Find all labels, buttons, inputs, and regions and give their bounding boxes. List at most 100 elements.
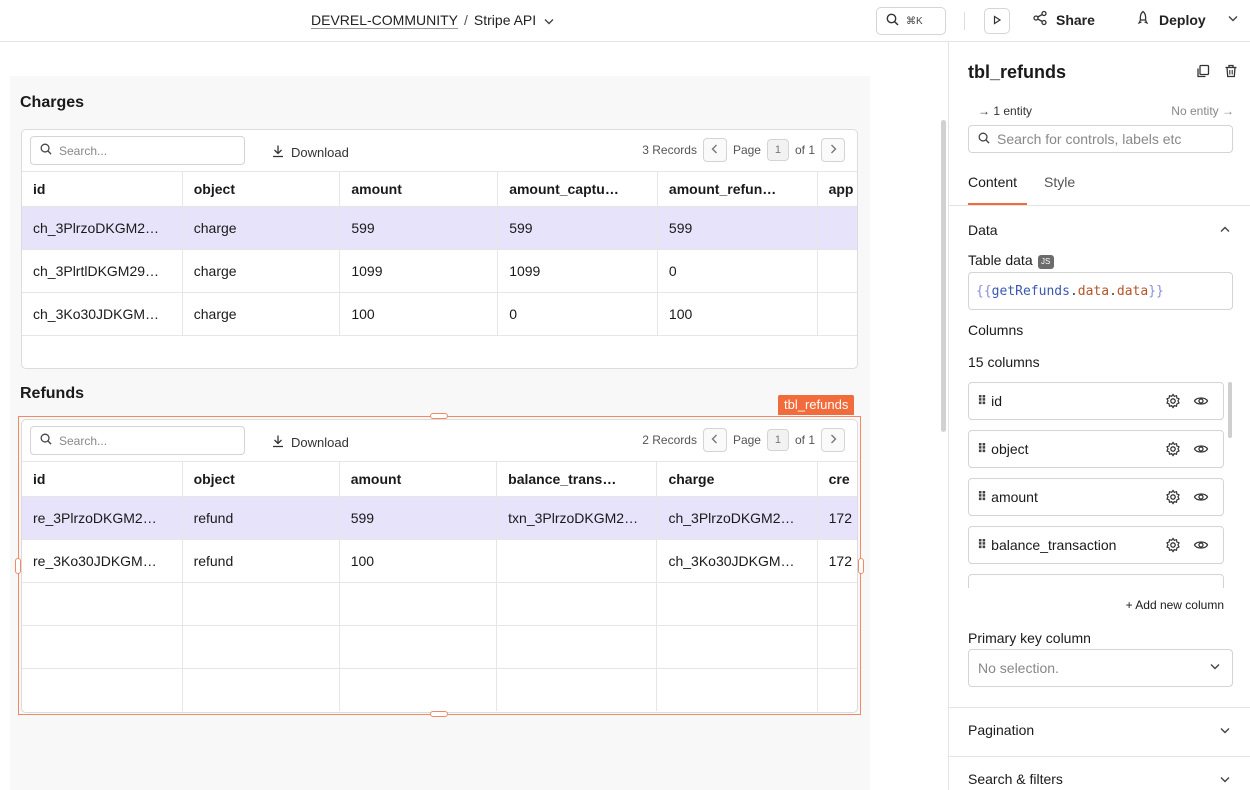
table-cell[interactable]: ch_3PlrzoDKGM2… (656, 496, 818, 540)
table-cell[interactable]: 100 (339, 292, 499, 336)
editor-canvas[interactable]: Charges Search... Download 3 Records Pag… (0, 42, 948, 790)
table-cell[interactable]: ch_3PlrtlDKGM29… (22, 249, 183, 293)
copy-icon[interactable] (1196, 64, 1210, 83)
table-cell[interactable] (817, 292, 857, 336)
prev-page-button[interactable] (702, 428, 727, 452)
column-header[interactable]: id (22, 172, 183, 207)
resize-handle-top[interactable] (430, 413, 448, 419)
tab-content[interactable]: Content (968, 174, 1017, 190)
table-cell[interactable] (22, 668, 183, 711)
resize-handle-left[interactable] (15, 558, 21, 574)
refunds-table[interactable]: Search... Download 2 Records Page 1 of 1 (21, 419, 858, 713)
eye-icon[interactable] (1193, 537, 1209, 556)
data-section-header[interactable]: Data (968, 222, 998, 238)
trash-icon[interactable] (1224, 64, 1238, 83)
table-cell[interactable]: charge (182, 206, 341, 250)
chevron-down-icon[interactable] (1220, 775, 1230, 786)
share-button[interactable]: Share (1032, 10, 1095, 29)
column-item-object[interactable]: ⠿ object (968, 430, 1224, 468)
chevron-down-icon[interactable] (1228, 14, 1238, 25)
gear-icon[interactable] (1165, 489, 1181, 508)
omnibar-search-button[interactable]: ⌘K (876, 7, 946, 35)
table-search-input[interactable]: Search... (30, 426, 245, 455)
table-cell[interactable]: ch_3PlrzoDKGM2… (22, 206, 183, 250)
search-filters-section-header[interactable]: Search & filters (968, 771, 1063, 787)
table-cell[interactable] (182, 625, 340, 669)
table-cell[interactable] (656, 625, 818, 669)
canvas-scrollbar[interactable] (941, 120, 946, 432)
resize-handle-right[interactable] (858, 558, 864, 574)
preview-button[interactable] (984, 8, 1010, 34)
table-cell[interactable]: 599 (497, 206, 658, 250)
column-item-balance-transaction[interactable]: ⠿ balance_transaction (968, 526, 1224, 564)
table-cell[interactable]: charge (182, 249, 341, 293)
table-cell[interactable]: 599 (339, 206, 499, 250)
table-row[interactable]: ch_3Ko30JDKGM… charge 100 0 100 (22, 292, 857, 336)
table-cell[interactable]: 0 (497, 292, 658, 336)
column-header[interactable]: charge (656, 462, 818, 497)
table-cell[interactable] (496, 668, 658, 711)
chevron-down-icon[interactable] (1220, 726, 1230, 737)
gear-icon[interactable] (1165, 537, 1181, 556)
next-page-button[interactable] (821, 138, 845, 162)
column-header[interactable]: amount (339, 172, 499, 207)
page-number-input[interactable]: 1 (766, 429, 789, 451)
table-cell[interactable] (496, 539, 658, 583)
property-search-input[interactable]: Search for controls, labels etc (968, 125, 1233, 153)
resize-handle-bottom[interactable] (430, 711, 448, 717)
table-cell[interactable] (22, 582, 183, 626)
download-button[interactable]: Download (271, 434, 349, 451)
charges-title[interactable]: Charges (20, 94, 84, 112)
drag-handle-icon[interactable]: ⠿ (977, 441, 987, 457)
column-item-amount[interactable]: ⠿ amount (968, 478, 1224, 516)
table-row[interactable]: re_3Ko30JDKGM… refund 100 ch_3Ko30JDKGM…… (22, 539, 857, 583)
column-header[interactable]: cre (817, 462, 857, 497)
table-cell[interactable] (496, 625, 658, 669)
column-item-id[interactable]: ⠿ id (968, 382, 1224, 420)
table-cell[interactable] (817, 206, 857, 250)
pagination-section-header[interactable]: Pagination (968, 722, 1034, 738)
gear-icon[interactable] (1165, 393, 1181, 412)
table-cell[interactable]: 100 (657, 292, 818, 336)
chevron-up-icon[interactable] (1220, 225, 1230, 236)
deploy-button[interactable]: Deploy (1135, 10, 1238, 29)
table-cell[interactable] (656, 582, 818, 626)
table-cell[interactable]: 599 (657, 206, 818, 250)
table-cell[interactable] (339, 668, 498, 711)
breadcrumb[interactable]: DEVREL-COMMUNITY / Stripe API (311, 12, 554, 28)
table-cell[interactable]: 1099 (497, 249, 658, 293)
column-header[interactable]: balance_trans… (496, 462, 658, 497)
js-toggle-badge[interactable]: JS (1037, 255, 1054, 269)
incoming-entities-link[interactable]: → 1 entity (978, 104, 1032, 118)
table-cell[interactable] (817, 249, 857, 293)
widget-name-tag[interactable]: tbl_refunds (778, 395, 855, 415)
workspace-name[interactable]: DEVREL-COMMUNITY (311, 12, 458, 28)
eye-icon[interactable] (1193, 489, 1209, 508)
eye-icon[interactable] (1193, 393, 1209, 412)
table-cell[interactable]: charge (182, 292, 341, 336)
primary-key-select[interactable]: No selection. (968, 649, 1233, 687)
table-row[interactable] (22, 668, 857, 711)
table-cell[interactable] (817, 625, 857, 669)
table-cell[interactable]: 100 (339, 539, 498, 583)
column-header[interactable]: amount_refun… (657, 172, 818, 207)
table-cell[interactable] (817, 582, 857, 626)
table-cell[interactable]: 1099 (339, 249, 499, 293)
table-row[interactable] (22, 625, 857, 669)
prev-page-button[interactable] (702, 138, 727, 162)
column-header[interactable]: app (817, 172, 857, 207)
table-cell[interactable]: 599 (339, 496, 498, 540)
outgoing-entities-link[interactable]: No entity → (1171, 104, 1234, 118)
table-cell[interactable] (496, 582, 658, 626)
download-button[interactable]: Download (271, 144, 349, 161)
column-header[interactable]: object (182, 172, 341, 207)
column-header[interactable]: id (22, 462, 183, 497)
table-cell[interactable]: refund (182, 539, 340, 583)
eye-icon[interactable] (1193, 441, 1209, 460)
tab-style[interactable]: Style (1044, 174, 1075, 190)
widget-name[interactable]: tbl_refunds (968, 62, 1066, 83)
table-cell[interactable] (22, 625, 183, 669)
page-number-input[interactable]: 1 (766, 139, 789, 161)
table-row[interactable]: ch_3PlrzoDKGM2… charge 599 599 599 (22, 206, 857, 250)
column-item-partial[interactable] (968, 574, 1224, 588)
